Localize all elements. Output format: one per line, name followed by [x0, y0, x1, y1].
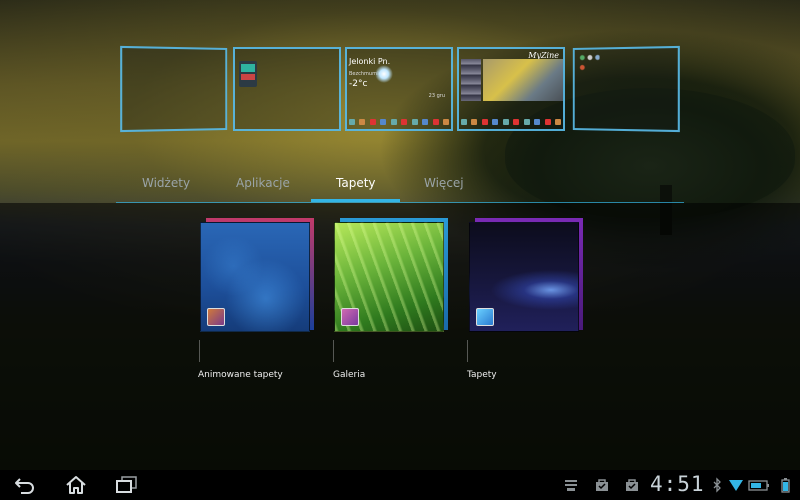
gallery-icon: [341, 308, 359, 326]
gallery-label: Galeria: [333, 370, 366, 380]
myzine-photo: [483, 59, 563, 101]
tab-more[interactable]: Więcej: [424, 176, 464, 190]
home-screen-preview-3[interactable]: Jelonki Pn. Bezchmurnie -2°c 23 gru: [345, 47, 453, 131]
home-screen-preview-5[interactable]: [572, 45, 680, 133]
customize-tabs: Widżety Aplikacje Tapety Więcej: [116, 166, 684, 204]
gallery-thumbnail: [334, 222, 444, 332]
live-wallpapers-label: Animowane tapety: [198, 370, 283, 380]
shopping-bag-icon: [596, 479, 608, 491]
back-button[interactable]: [12, 474, 40, 496]
mini-app-widget: [239, 61, 257, 87]
wallpapers-label: Tapety: [467, 370, 497, 380]
weather-temperature: -2°c: [349, 79, 368, 89]
home-screen-preview-4[interactable]: MyZine: [457, 47, 565, 131]
sun-icon: [375, 65, 393, 83]
live-wallpaper-icon: [207, 308, 225, 326]
wallpapers-icon: [476, 308, 494, 326]
recent-apps-icon: [116, 476, 137, 493]
tab-apps[interactable]: Aplikacje: [236, 176, 290, 190]
dock-battery-icon: [748, 480, 769, 491]
tab-widgets[interactable]: Widżety: [142, 176, 190, 190]
tile-divider: [467, 340, 468, 362]
home-button[interactable]: [62, 474, 90, 496]
usb-icon: [565, 480, 577, 491]
home-screen-preview-2[interactable]: [233, 47, 341, 131]
bluetooth-icon: [713, 477, 721, 493]
gallery-tile[interactable]: [334, 218, 452, 334]
shopping-bag-icon: [626, 479, 638, 491]
weather-date: 23 gru: [428, 93, 445, 99]
battery-icon: [781, 478, 790, 493]
live-wallpapers-thumbnail: [200, 222, 310, 332]
system-bar: 4:51: [0, 470, 800, 500]
home-icon: [66, 476, 86, 494]
myzine-thumbnails: [461, 59, 481, 101]
wallpapers-tile[interactable]: [469, 218, 587, 334]
clock[interactable]: 4:51: [650, 472, 705, 496]
tab-wallpapers[interactable]: Tapety: [336, 176, 376, 190]
mini-dock: [461, 119, 561, 126]
back-icon: [15, 478, 34, 494]
mini-dock: [349, 119, 449, 126]
live-wallpapers-tile[interactable]: [200, 218, 318, 334]
tile-divider: [199, 340, 200, 362]
home-screen-previews: Jelonki Pn. Bezchmurnie -2°c 23 gru MyZi…: [0, 0, 800, 140]
tab-divider: [116, 202, 684, 203]
recent-apps-button[interactable]: [112, 474, 140, 496]
mini-app-icons: [578, 53, 600, 74]
wallpapers-thumbnail: [469, 222, 579, 332]
wifi-icon: [729, 480, 743, 491]
home-screen-preview-1[interactable]: [120, 45, 228, 133]
tile-divider: [333, 340, 334, 362]
